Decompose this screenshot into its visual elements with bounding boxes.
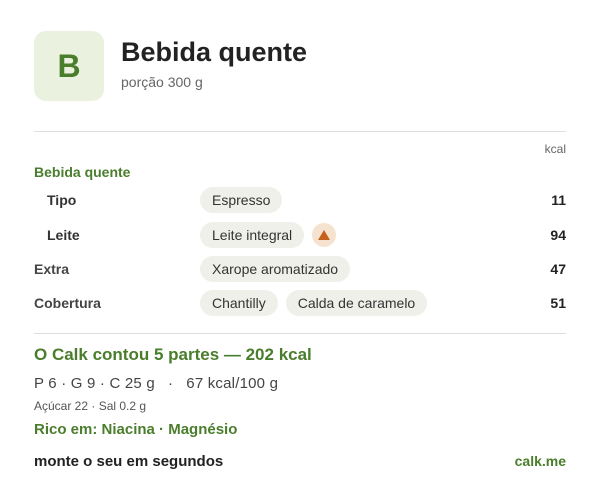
chip-group: Chantilly Calda de caramelo: [200, 290, 428, 316]
ingredient-chip[interactable]: Chantilly: [200, 290, 278, 316]
ingredient-row-leite: Leite Leite integral 94: [34, 222, 566, 248]
summary-divider: [34, 333, 566, 334]
portion-subtitle: porção 300 g: [121, 74, 203, 90]
macros-line: P 6 · G 9 · C 25 g · 67 kcal/100 g: [34, 375, 279, 392]
header: B Bebida quente porção 300 g: [34, 31, 566, 103]
category-badge: B: [34, 31, 104, 101]
row-kcal: 51: [550, 295, 566, 311]
chip-group: Xarope aromatizado: [200, 256, 351, 282]
ingredient-chip[interactable]: Leite integral: [200, 222, 305, 248]
row-label: Leite: [47, 227, 80, 243]
ingredient-row-extra: Extra Xarope aromatizado 47: [34, 256, 566, 282]
warning-triangle-icon[interactable]: [312, 223, 337, 247]
kcal-column-header: kcal: [544, 142, 566, 156]
ingredient-row-cobertura: Cobertura Chantilly Calda de caramelo 51: [34, 290, 566, 316]
micros-line: Açúcar 22 · Sal 0.2 g: [34, 399, 147, 413]
ingredient-chip[interactable]: Xarope aromatizado: [200, 256, 351, 282]
footer-cta: monte o seu em segundos: [34, 453, 224, 470]
ingredient-chip[interactable]: Espresso: [200, 187, 283, 213]
summary-headline: O Calk contou 5 partes — 202 kcal: [34, 345, 312, 364]
row-label: Cobertura: [34, 295, 101, 311]
row-label: Tipo: [47, 192, 77, 208]
row-kcal: 47: [550, 261, 566, 277]
ingredient-row-tipo: Tipo Espresso 11: [34, 187, 566, 213]
chip-group: Leite integral: [200, 222, 337, 248]
row-kcal: 11: [551, 192, 566, 208]
header-divider: [34, 131, 566, 132]
rich-in-line: Rico em: Niacina · Magnésio: [34, 421, 238, 438]
page-title: Bebida quente: [121, 37, 308, 67]
ingredient-chip[interactable]: Calda de caramelo: [285, 290, 428, 316]
calk-link[interactable]: calk.me: [515, 453, 566, 469]
row-label: Extra: [34, 261, 70, 277]
row-kcal: 94: [550, 227, 566, 243]
chip-group: Espresso: [200, 187, 283, 213]
section-label: Bebida quente: [34, 164, 131, 180]
